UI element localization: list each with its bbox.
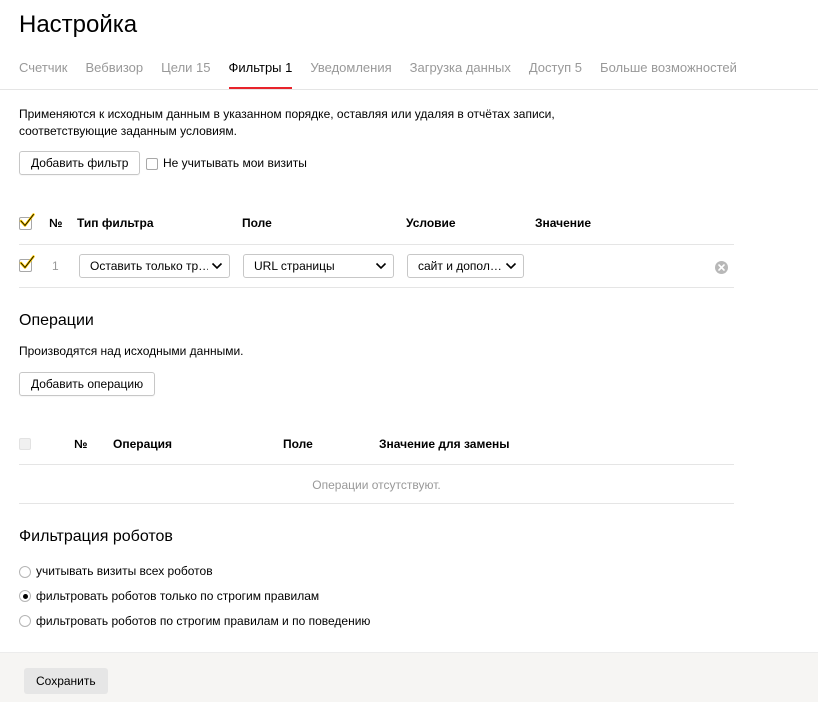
- checkmark-icon: [19, 255, 35, 269]
- tab-bar: Счетчик Вебвизор Цели 15 Фильтры 1 Уведо…: [19, 59, 755, 90]
- tab-webvisor[interactable]: Вебвизор: [86, 59, 144, 90]
- filters-col-field: Поле: [242, 216, 272, 230]
- operations-col-replace-value: Значение для замены: [379, 437, 510, 451]
- tab-counter[interactable]: Счетчик: [19, 59, 68, 90]
- select-all-filters-checkbox[interactable]: [19, 213, 35, 230]
- ignore-my-visits-label: Не учитывать мои визиты: [163, 156, 307, 170]
- filter-condition-select[interactable]: сайт и допол…: [407, 254, 524, 278]
- remove-filter-icon[interactable]: [715, 261, 728, 274]
- operations-empty-message: Операции отсутствуют.: [312, 478, 441, 492]
- save-button[interactable]: Сохранить: [24, 668, 108, 694]
- operations-header-divider: [19, 464, 734, 465]
- ignore-my-visits-checkbox[interactable]: [146, 158, 158, 170]
- tab-divider: [0, 89, 818, 90]
- tab-filters[interactable]: Фильтры 1: [228, 59, 292, 90]
- operations-col-field: Поле: [283, 437, 313, 451]
- page-title: Настройка: [19, 11, 138, 38]
- operations-col-operation: Операция: [113, 437, 173, 451]
- add-filter-button[interactable]: Добавить фильтр: [19, 151, 141, 175]
- footer-bar: Сохранить: [0, 652, 818, 702]
- checkmark-icon: [19, 213, 35, 227]
- operations-col-num: №: [74, 437, 88, 451]
- robots-option-behavior-radio[interactable]: [19, 615, 31, 627]
- chevron-down-icon: [375, 262, 387, 270]
- robots-option-all-label[interactable]: учитывать визиты всех роботов: [36, 564, 213, 578]
- filters-col-value: Значение: [535, 216, 592, 230]
- filters-col-condition: Условие: [406, 216, 456, 230]
- robots-title: Фильтрация роботов: [19, 528, 173, 545]
- filter-condition-value: сайт и допол…: [418, 259, 502, 273]
- tab-goals[interactable]: Цели 15: [161, 59, 210, 90]
- robots-option-strict-radio[interactable]: [19, 590, 31, 602]
- robots-option-behavior-label[interactable]: фильтровать роботов по строгим правилам …: [36, 614, 370, 628]
- filter-row-num: 1: [52, 259, 59, 273]
- filter-type-value: Оставить только тр…: [90, 259, 208, 273]
- tab-data-upload[interactable]: Загрузка данных: [410, 59, 511, 90]
- filter-field-value: URL страницы: [254, 259, 335, 273]
- operations-bottom-divider: [19, 503, 734, 504]
- add-operation-button[interactable]: Добавить операцию: [19, 372, 156, 396]
- select-all-operations-checkbox: [19, 438, 31, 450]
- tab-more-features[interactable]: Больше возможностей: [600, 59, 737, 90]
- filters-col-type: Тип фильтра: [77, 216, 154, 230]
- tab-notifications[interactable]: Уведомления: [310, 59, 391, 90]
- filter-type-select[interactable]: Оставить только тр…: [79, 254, 230, 278]
- operations-title: Операции: [19, 312, 94, 329]
- filters-row-divider: [19, 287, 734, 288]
- filters-header-divider: [19, 244, 734, 245]
- tab-access[interactable]: Доступ 5: [529, 59, 582, 90]
- robots-option-all-radio[interactable]: [19, 566, 31, 578]
- chevron-down-icon: [505, 262, 517, 270]
- operations-description: Производятся над исходными данными.: [19, 344, 244, 358]
- filter-row-checkbox[interactable]: [19, 255, 35, 272]
- filter-field-select[interactable]: URL страницы: [243, 254, 394, 278]
- filters-description: Применяются к исходным данным в указанно…: [19, 107, 555, 138]
- robots-option-strict-label[interactable]: фильтровать роботов только по строгим пр…: [36, 589, 319, 603]
- filters-col-num: №: [49, 216, 63, 230]
- chevron-down-icon: [211, 262, 223, 270]
